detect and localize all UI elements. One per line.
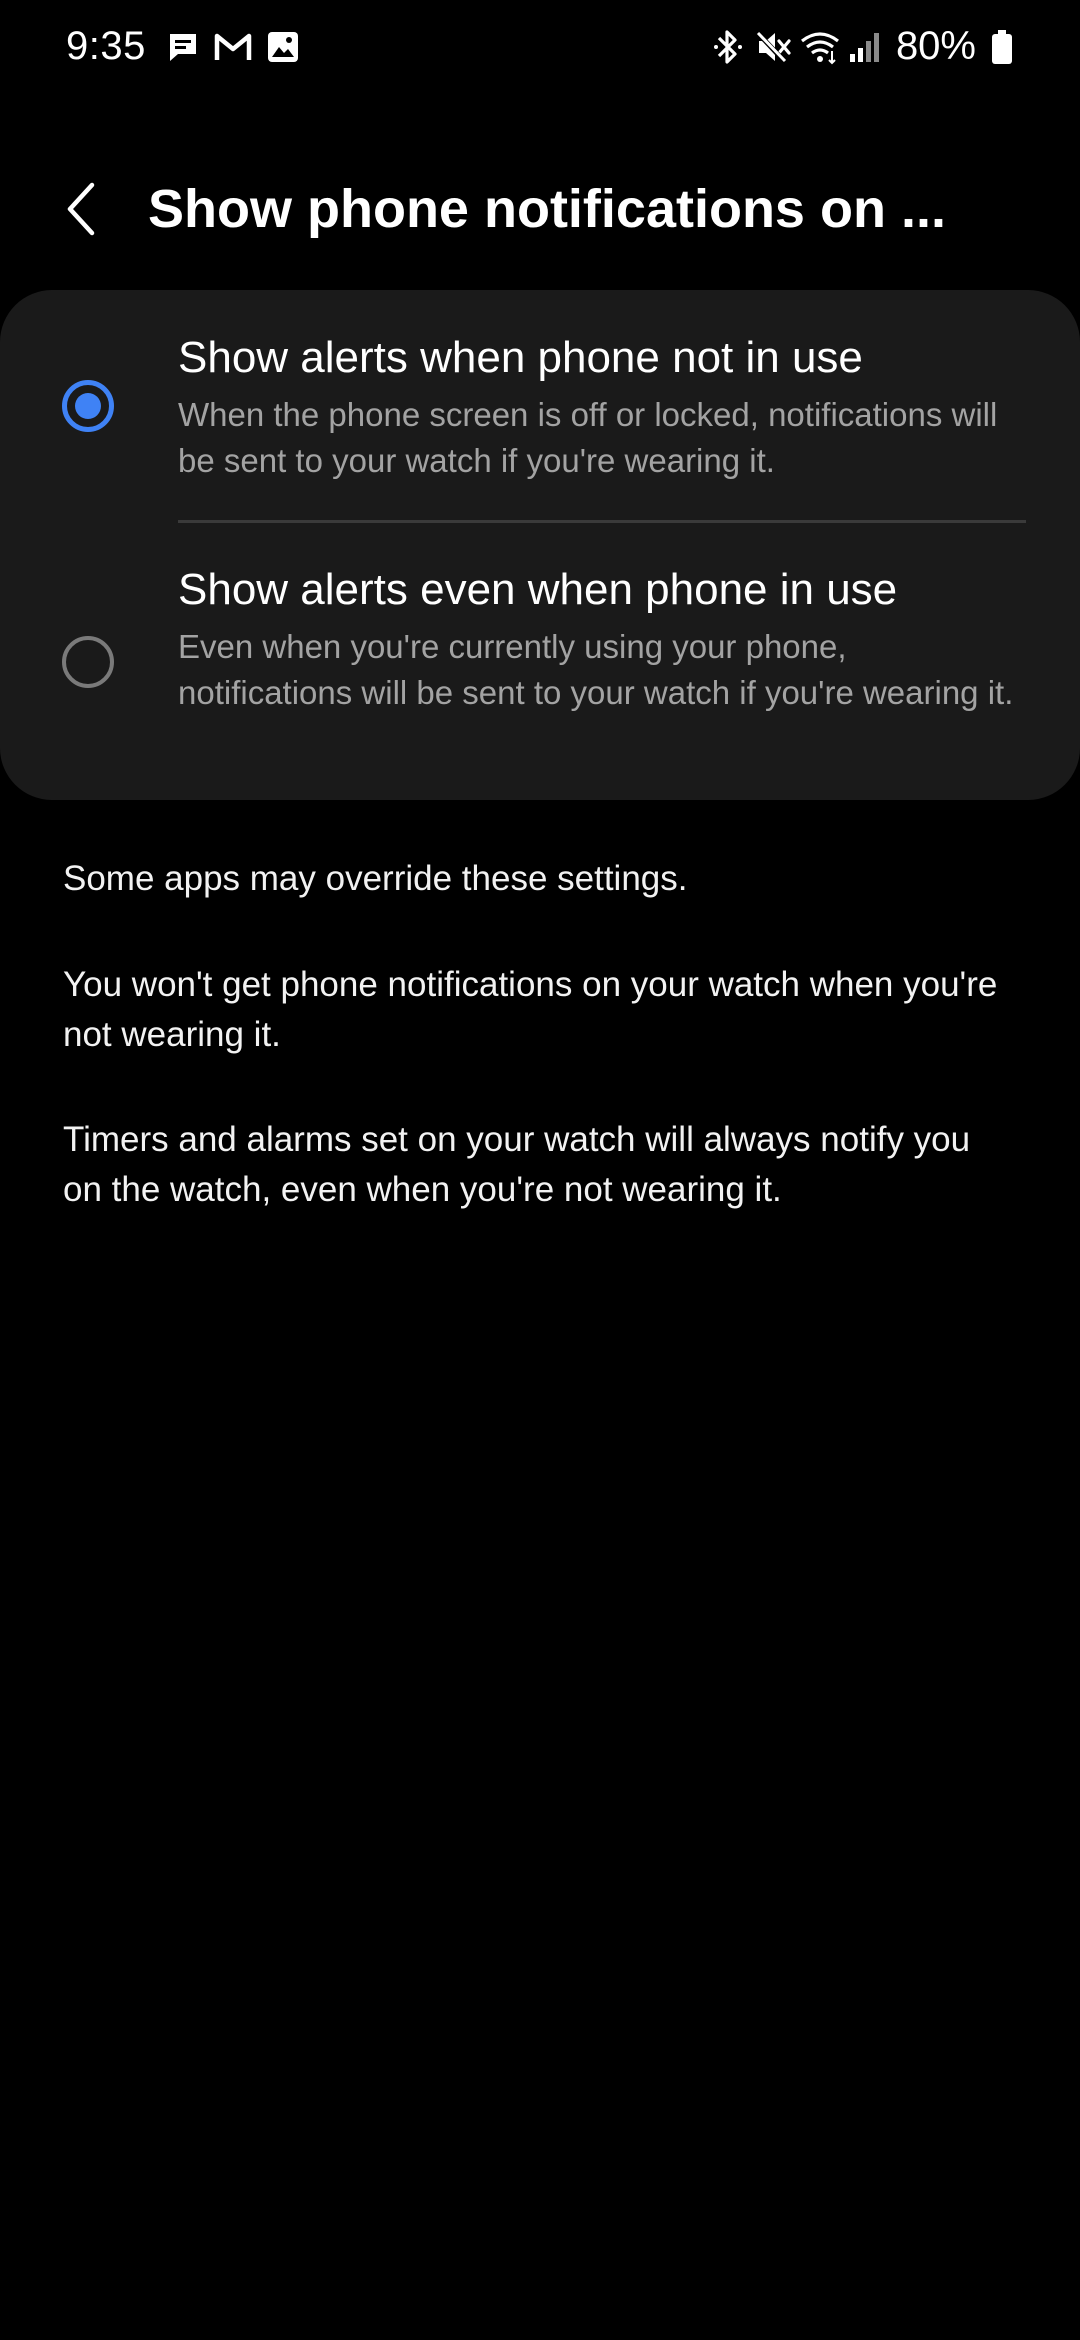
info-text: Some apps may override these settings. [63, 859, 688, 898]
wifi-icon [800, 26, 840, 68]
radio-dot [75, 393, 101, 419]
option-description: When the phone screen is off or locked, … [178, 396, 998, 479]
status-bar: 9:35 80% [0, 0, 1080, 104]
bluetooth-icon [708, 26, 748, 68]
status-left: 9:35 [66, 24, 314, 69]
info-text: Timers and alarms set on your watch will… [63, 1120, 971, 1209]
option-in-use[interactable]: Show alerts even when phone in use Even … [0, 522, 1080, 800]
back-arrow-icon [67, 182, 95, 236]
option-not-in-use[interactable]: Show alerts when phone not in use When t… [0, 290, 1080, 523]
gallery-icon [264, 27, 302, 67]
radio-button-unselected[interactable] [62, 636, 114, 688]
gmail-icon [214, 27, 252, 67]
options-card: Show alerts when phone not in use When t… [0, 290, 1080, 800]
back-button[interactable] [52, 174, 112, 244]
info-text: You won't get phone notifications on you… [63, 965, 998, 1054]
battery-icon [990, 26, 1014, 68]
battery-percent: 80% [895, 24, 976, 68]
mute-icon [754, 26, 794, 68]
radio-button-selected[interactable] [62, 380, 114, 432]
option-title: Show alerts even when phone in use [178, 565, 898, 614]
message-icon [164, 27, 202, 67]
signal-icon [846, 26, 886, 68]
status-right: 80% [702, 24, 1014, 69]
status-time: 9:35 [66, 24, 146, 68]
option-description: Even when you're currently using your ph… [178, 628, 1014, 711]
option-title: Show alerts when phone not in use [178, 333, 863, 382]
app-header: Show phone notifications on ... [0, 150, 1080, 270]
page-title: Show phone notifications on ... [148, 179, 946, 239]
